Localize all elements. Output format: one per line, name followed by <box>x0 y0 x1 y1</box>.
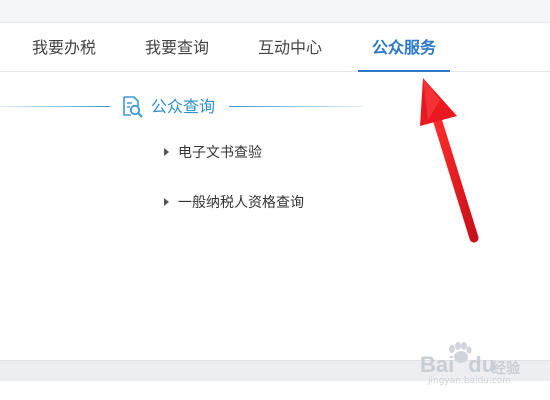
tab-wo-yao-ban-shui[interactable]: 我要办税 <box>32 23 96 71</box>
main-nav: 我要办税 我要查询 互动中心 公众服务 <box>0 23 550 72</box>
top-band <box>0 0 550 23</box>
section-title: 公众查询 <box>151 97 216 116</box>
watermark-url: jingyan.baidu.com <box>428 376 512 386</box>
section-header: 公众查询 <box>0 94 365 120</box>
list-item-yi-ban-na-shui-ren-zi-ge-cha-xun[interactable]: 一般纳税人资格查询 <box>164 192 304 214</box>
list-item-label: 一般纳税人资格查询 <box>178 195 304 211</box>
watermark-sub: 经验 <box>492 361 520 377</box>
watermark-brand: Bai du <box>420 352 496 377</box>
baidu-watermark: Bai du 经验 jingyan.baidu.com <box>420 340 530 390</box>
document-search-icon <box>120 95 144 119</box>
caret-right-icon <box>164 198 169 206</box>
divider-right <box>229 106 363 107</box>
caret-right-icon <box>164 148 169 156</box>
list-item-label: 电子文书查验 <box>178 145 262 161</box>
divider-left <box>0 106 110 107</box>
annotation-arrow-icon <box>420 78 479 243</box>
page: 我要办税 我要查询 互动中心 公众服务 公众查询 电子文书查验 一般纳税人资格查… <box>0 0 550 400</box>
list-item-dian-zi-wen-shu-cha-yan[interactable]: 电子文书查验 <box>164 142 262 164</box>
tab-wo-yao-cha-xun[interactable]: 我要查询 <box>145 23 209 71</box>
tab-gong-zhong-fu-wu[interactable]: 公众服务 <box>357 23 451 72</box>
tab-hu-dong-zhong-xin[interactable]: 互动中心 <box>258 23 322 71</box>
